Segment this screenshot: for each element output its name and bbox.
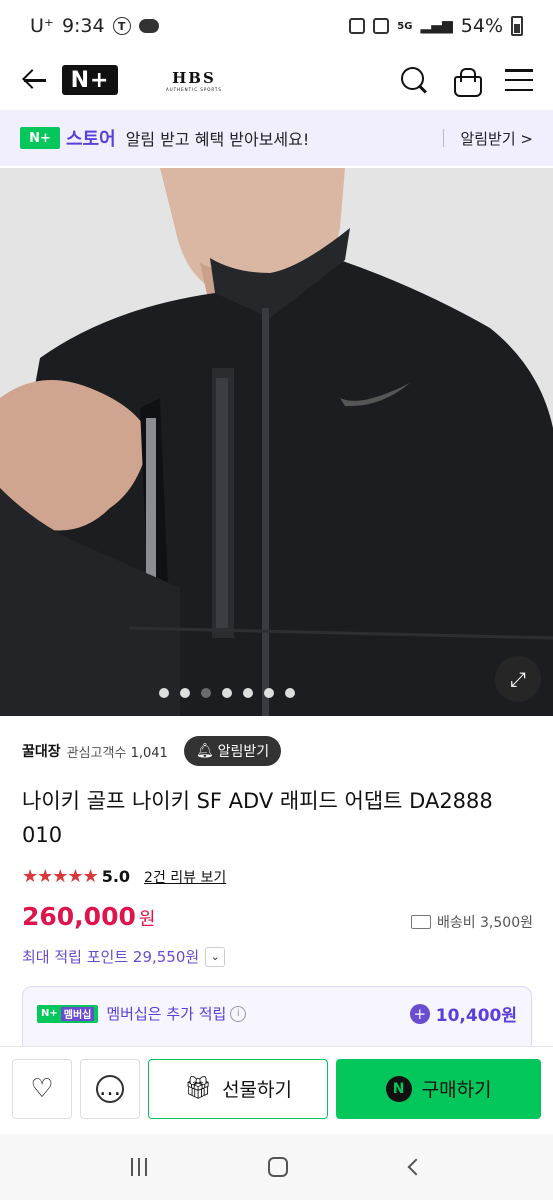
nplus-badge: N+	[20, 127, 60, 149]
store-label: 스토어	[66, 129, 116, 150]
carrier-label: U⁺	[30, 15, 54, 37]
membership-badge-logo: N+	[41, 1008, 58, 1019]
bottom-action-bar: ♡ … 🎁︎ 선물하기 N 구매하기	[0, 1046, 553, 1130]
brand-subtitle: AUTHENTIC SPORTS	[166, 86, 222, 92]
notification-banner[interactable]: N+ 스토어 알림 받고 혜택 받아보세요! 알림받기 >	[0, 110, 553, 166]
battery-icon	[511, 16, 523, 36]
membership-desc: 멤버십은 추가 적립	[106, 1005, 227, 1023]
system-nav-bar	[0, 1134, 553, 1200]
price: 260,000 원	[22, 902, 155, 931]
plus-icon: +	[409, 1003, 430, 1024]
chevron-down-icon[interactable]: ⌄	[205, 946, 226, 967]
info-icon[interactable]: i	[230, 1005, 247, 1022]
chat-icon	[138, 19, 159, 33]
menu-icon[interactable]	[505, 69, 533, 91]
back-arrow-icon[interactable]	[20, 66, 48, 94]
battery-label: 54%	[460, 15, 503, 37]
mute-icon	[373, 18, 390, 34]
membership-amount: 10,400원	[435, 1006, 517, 1026]
seller-alarm-label: 알림받기	[217, 744, 270, 760]
time-label: 9:34	[61, 15, 105, 37]
recent-apps-icon[interactable]	[130, 1158, 147, 1176]
carousel-dot[interactable]	[263, 688, 274, 698]
status-bar: U⁺ 9:34 T 5G ▂▄▆ 54%	[0, 0, 553, 52]
membership-badge: N+ 멤버십	[37, 1004, 99, 1023]
naverpay-icon: N	[385, 1075, 412, 1102]
network-label: 5G	[397, 20, 413, 32]
rating-score: 5.0	[101, 867, 131, 886]
chat-bubble-icon: …	[96, 1074, 124, 1103]
talk-icon: T	[112, 17, 131, 35]
carousel-dot[interactable]	[242, 688, 253, 698]
buy-label: 구매하기	[421, 1079, 492, 1101]
system-back-icon[interactable]	[407, 1158, 425, 1176]
banner-message: 알림 받고 혜택 받아보세요!	[125, 130, 310, 149]
banner-alarm-link[interactable]: 알림받기 >	[460, 128, 533, 149]
product-photo	[0, 168, 553, 716]
signal-icon: ▂▄▆	[420, 18, 453, 34]
alarm-icon	[349, 18, 366, 34]
carousel-dots	[0, 688, 553, 698]
expand-icon[interactable]: ⤢	[495, 656, 541, 702]
carousel-dot[interactable]	[179, 688, 190, 698]
chat-button[interactable]: …	[80, 1058, 140, 1119]
gift-icon: 🎁︎	[184, 1076, 213, 1101]
product-title: 나이키 골프 나이키 SF ADV 래피드 어댑트 DA2888 010	[22, 789, 493, 847]
brand-logo[interactable]: HBS AUTHENTIC SPORTS	[166, 69, 222, 92]
seller-row: 꿀대장 관심고객수 1,041 🔔︎ 알림받기	[22, 736, 282, 766]
price-currency: 원	[138, 909, 156, 930]
buy-button[interactable]: N 구매하기	[336, 1058, 541, 1119]
truck-icon	[410, 915, 431, 929]
gift-button[interactable]: 🎁︎ 선물하기	[148, 1058, 329, 1119]
carousel-dot-active[interactable]	[200, 688, 211, 698]
bell-icon: 🔔︎	[195, 743, 214, 759]
points-row[interactable]: 최대 적립 포인트 29,550원 ⌄	[22, 946, 226, 967]
membership-badge-tag: 멤버십	[60, 1006, 95, 1021]
search-icon[interactable]	[401, 67, 427, 93]
carousel-dot[interactable]	[221, 688, 232, 698]
seller-name[interactable]: 꿀대장	[22, 741, 61, 761]
fans-value: 1,041	[130, 745, 168, 761]
carousel-dot[interactable]	[158, 688, 169, 698]
star-rating-icon: ★★★★★	[22, 866, 99, 887]
reviews-link[interactable]: 2건 리뷰 보기	[144, 867, 226, 887]
nplus-logo[interactable]: N+	[62, 65, 118, 95]
shipping-label: 배송비 3,500원	[436, 915, 533, 931]
gift-label: 선물하기	[222, 1079, 292, 1101]
carousel-dot[interactable]	[284, 688, 295, 698]
app-header: N+ HBS AUTHENTIC SPORTS	[0, 52, 553, 108]
shipping-fee: 배송비 3,500원	[410, 912, 533, 932]
fans-count: 관심고객수 1,041	[67, 742, 168, 761]
divider	[443, 129, 445, 147]
cart-icon[interactable]	[453, 67, 482, 97]
rating-row: ★★★★★ 5.0 2건 리뷰 보기	[22, 866, 226, 887]
product-image-carousel[interactable]: ⤢	[0, 168, 553, 716]
brand-name: HBS	[172, 68, 216, 87]
home-icon[interactable]	[268, 1157, 289, 1177]
points-label: 최대 적립 포인트 29,550원	[22, 948, 200, 966]
wishlist-button[interactable]: ♡	[12, 1058, 72, 1119]
price-value: 260,000	[22, 902, 136, 931]
seller-alarm-button[interactable]: 🔔︎ 알림받기	[183, 736, 282, 766]
fans-label: 관심고객수	[66, 745, 127, 761]
heart-check-icon: ♡	[30, 1073, 54, 1104]
